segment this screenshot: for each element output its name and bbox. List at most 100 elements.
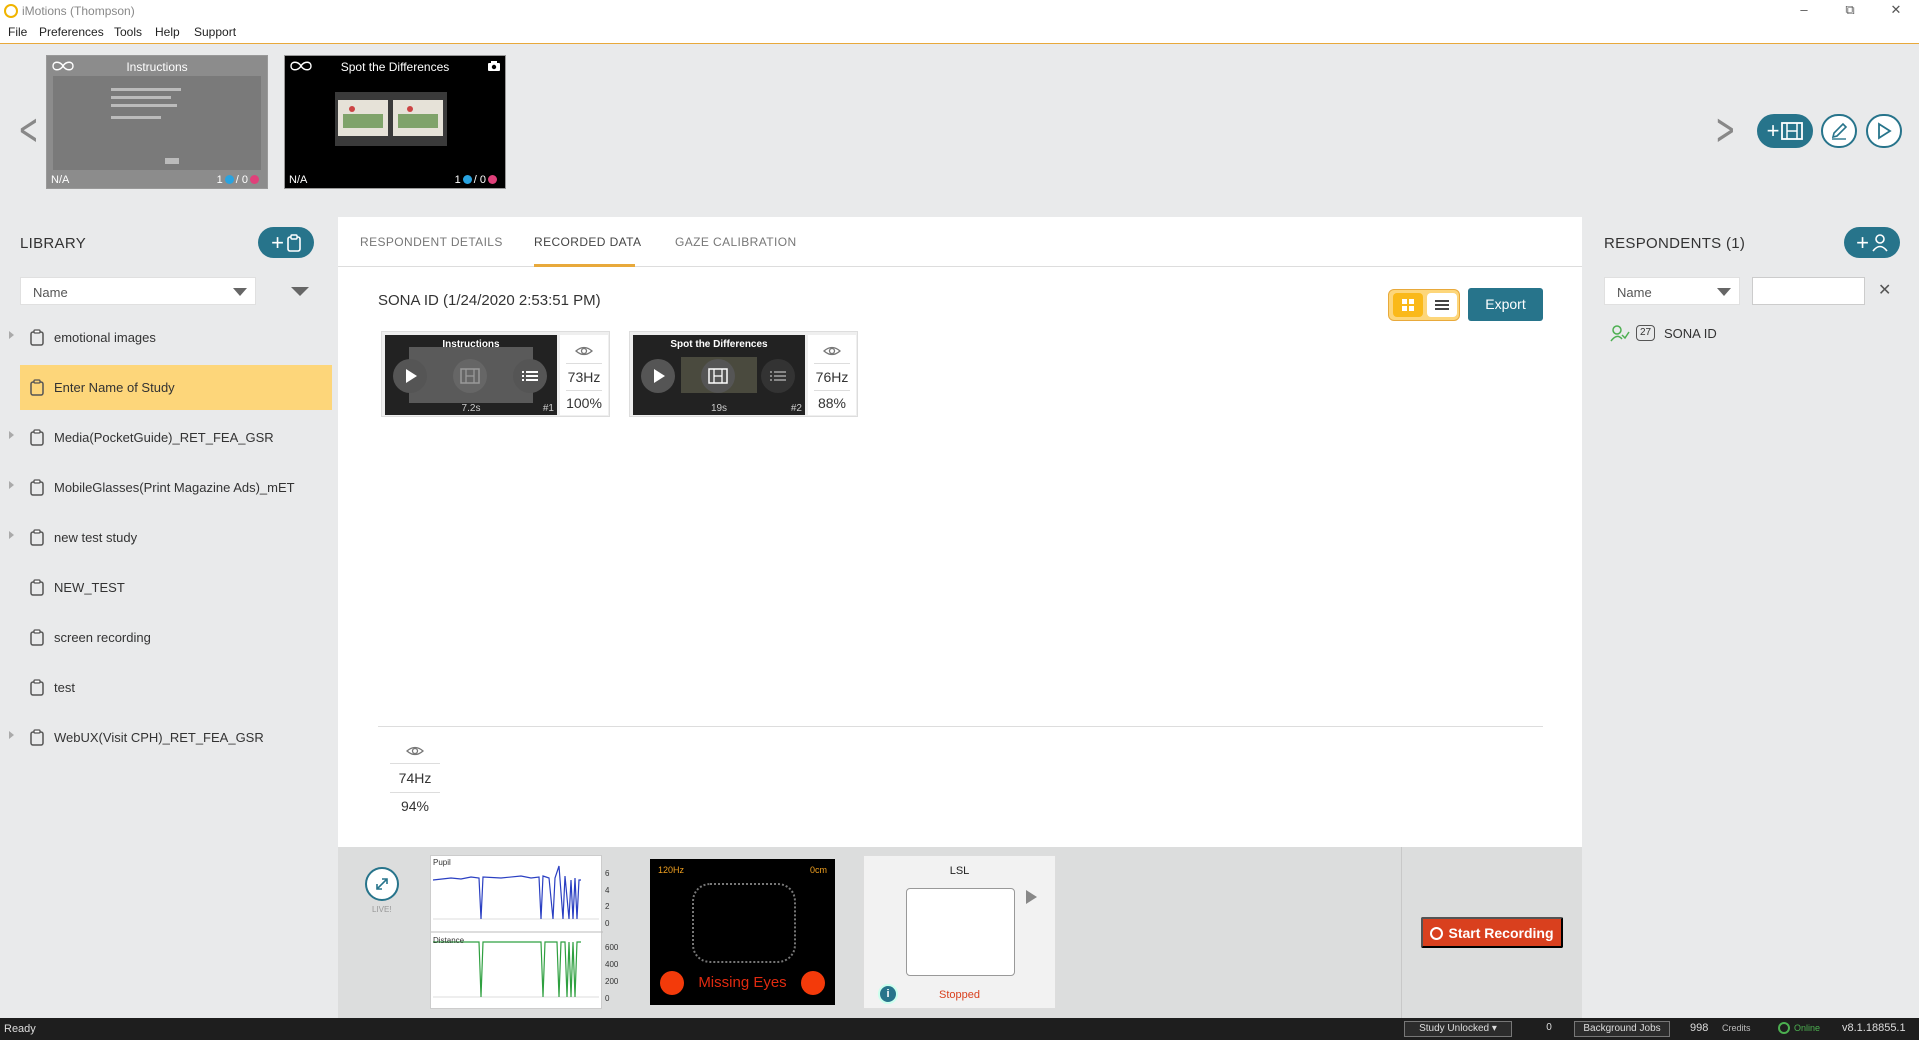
menu-file[interactable]: File <box>8 25 27 39</box>
recording-card: Spot the Differences 19s #2 76Hz 88% <box>629 331 858 417</box>
recording-thumbnail[interactable]: Instructions 7.2s #1 <box>385 335 557 415</box>
start-recording-button[interactable]: Start Recording <box>1421 917 1563 948</box>
play-study-button[interactable] <box>1866 114 1902 148</box>
credits-count: 998 <box>1690 1022 1709 1034</box>
clipboard-icon <box>287 233 301 252</box>
stimulus-title: Spot the Differences <box>340 60 450 74</box>
live-expand-button[interactable] <box>365 867 399 901</box>
film-view-button[interactable] <box>453 359 487 393</box>
menu-preferences[interactable]: Preferences <box>39 25 104 39</box>
menu-support[interactable]: Support <box>194 25 236 39</box>
export-button[interactable]: Export <box>1468 288 1543 321</box>
restore-button[interactable]: ⧉ <box>1827 0 1873 22</box>
grid-view-button[interactable] <box>1393 293 1423 317</box>
list-icon <box>1435 300 1449 310</box>
window-title: iMotions (Thompson) <box>22 4 135 18</box>
jobs-count: 0 <box>1546 1022 1552 1033</box>
menu-help[interactable]: Help <box>155 25 180 39</box>
library-sort-select[interactable]: Name <box>20 277 256 305</box>
stimulus-thumb-spot-differences[interactable]: Spot the Differences N/A 1/ 0 <box>284 55 506 189</box>
status-bar: Ready Study Unlocked ▾ 0 Background Jobs… <box>0 1018 1919 1040</box>
play-recording-button[interactable] <box>393 359 427 393</box>
expand-arrow-icon[interactable] <box>9 331 14 339</box>
blue-dot-icon <box>462 175 472 184</box>
list-view-button[interactable] <box>1427 293 1457 317</box>
live-panel: LIVE! Pupil 6420 Distance 600 400 200 0 120… <box>338 847 1582 1018</box>
background-jobs-button[interactable]: Background Jobs <box>1574 1021 1670 1037</box>
respondents-sort-select[interactable]: Name <box>1604 277 1740 305</box>
track-box <box>692 883 796 963</box>
pink-dot-icon <box>250 175 259 184</box>
recording-number: #1 <box>542 403 554 414</box>
library-item[interactable]: NEW_TEST <box>20 565 332 610</box>
close-button[interactable]: ✕ <box>1873 0 1919 22</box>
library-item[interactable]: new test study <box>9 515 332 560</box>
version-label: v8.1.18855.1 <box>1842 1022 1906 1034</box>
minimize-button[interactable]: – <box>1781 0 1827 22</box>
panel-divider <box>1401 847 1402 1018</box>
expand-arrow-icon[interactable] <box>9 731 14 739</box>
film-icon <box>708 368 728 384</box>
film-view-button[interactable] <box>701 359 735 393</box>
plus-icon: + <box>1856 229 1869 255</box>
eye-icon <box>823 346 841 356</box>
tab-recorded-data[interactable]: RECORDED DATA <box>534 235 641 249</box>
edit-stimulus-button[interactable] <box>1821 114 1857 148</box>
details-list-button[interactable] <box>513 359 547 393</box>
details-list-button[interactable] <box>761 359 795 393</box>
library-item[interactable]: emotional images <box>9 315 332 360</box>
list-icon <box>522 371 538 381</box>
recording-card: Instructions 7.2s #1 73Hz 100% <box>381 331 610 417</box>
title-bar: iMotions (Thompson) – ⧉ ✕ <box>0 0 1919 22</box>
plus-icon: + <box>1766 118 1780 143</box>
camera-distance: 0cm <box>809 865 827 875</box>
respondent-check-icon <box>1610 325 1630 342</box>
library-item-selected[interactable]: Enter Name of Study <box>20 365 332 410</box>
add-stimulus-button[interactable]: + <box>1757 114 1813 148</box>
recording-duration: 7.2s <box>461 403 481 414</box>
lsl-play-icon[interactable] <box>1026 890 1037 904</box>
expand-arrow-icon[interactable] <box>9 431 14 439</box>
expand-arrow-icon[interactable] <box>9 531 14 539</box>
clear-search-icon[interactable]: ✕ <box>1878 280 1891 300</box>
respondents-search-input[interactable] <box>1752 277 1865 305</box>
expand-arrow-icon[interactable] <box>9 481 14 489</box>
library-sort-value: Name <box>33 285 68 300</box>
tab-gaze-calibration[interactable]: GAZE CALIBRATION <box>675 235 797 249</box>
pupil-axis: 6420 <box>605 869 610 928</box>
library-item[interactable]: MobileGlasses(Print Magazine Ads)_mET <box>9 465 332 510</box>
stimulus-prev-arrow-icon[interactable]: < <box>18 108 38 152</box>
menu-tools[interactable]: Tools <box>114 25 142 39</box>
respondent-name: SONA ID <box>1664 326 1717 341</box>
study-lock-select[interactable]: Study Unlocked ▾ <box>1404 1021 1512 1037</box>
play-recording-button[interactable] <box>641 359 675 393</box>
add-study-button[interactable]: + <box>258 227 314 258</box>
play-icon <box>406 369 417 383</box>
menu-bar: File Preferences Tools Help Support <box>0 22 1919 44</box>
filter-dropdown-icon[interactable] <box>291 287 309 296</box>
library-item[interactable]: screen recording <box>20 615 332 660</box>
stimulus-thumb-instructions[interactable]: Instructions N/A 1/ 0 <box>46 55 268 189</box>
recording-number: #2 <box>790 403 802 414</box>
pencil-icon <box>1831 122 1848 140</box>
library-item[interactable]: Media(PocketGuide)_RET_FEA_GSR <box>9 415 332 460</box>
clipboard-icon <box>30 429 44 446</box>
respondents-panel: RESPONDENTS (1) + Name ✕ 27 SONA ID <box>1582 217 1919 1018</box>
start-recording-label: Start Recording <box>1448 924 1554 941</box>
add-respondent-button[interactable]: + <box>1844 227 1900 258</box>
live-label: LIVE! <box>372 905 392 914</box>
library-item[interactable]: test <box>20 665 332 710</box>
stimulus-next-arrow-icon[interactable]: > <box>1715 108 1735 152</box>
gaze-quality: 88% <box>817 395 847 411</box>
tab-respondent-details[interactable]: RESPONDENT DETAILS <box>360 235 503 249</box>
chevron-down-icon <box>1717 288 1731 296</box>
library-item[interactable]: WebUX(Visit CPH)_RET_FEA_GSR <box>9 715 332 760</box>
library-item-label: Media(PocketGuide)_RET_FEA_GSR <box>54 430 274 445</box>
stimulus-na: N/A <box>51 174 70 186</box>
library-title: LIBRARY <box>20 235 87 252</box>
respondent-item[interactable]: 27 SONA ID <box>1602 319 1902 349</box>
recording-thumbnail[interactable]: Spot the Differences 19s #2 <box>633 335 805 415</box>
stimulus-preview <box>335 92 447 146</box>
clipboard-icon <box>30 629 44 646</box>
clipboard-icon <box>30 329 44 346</box>
